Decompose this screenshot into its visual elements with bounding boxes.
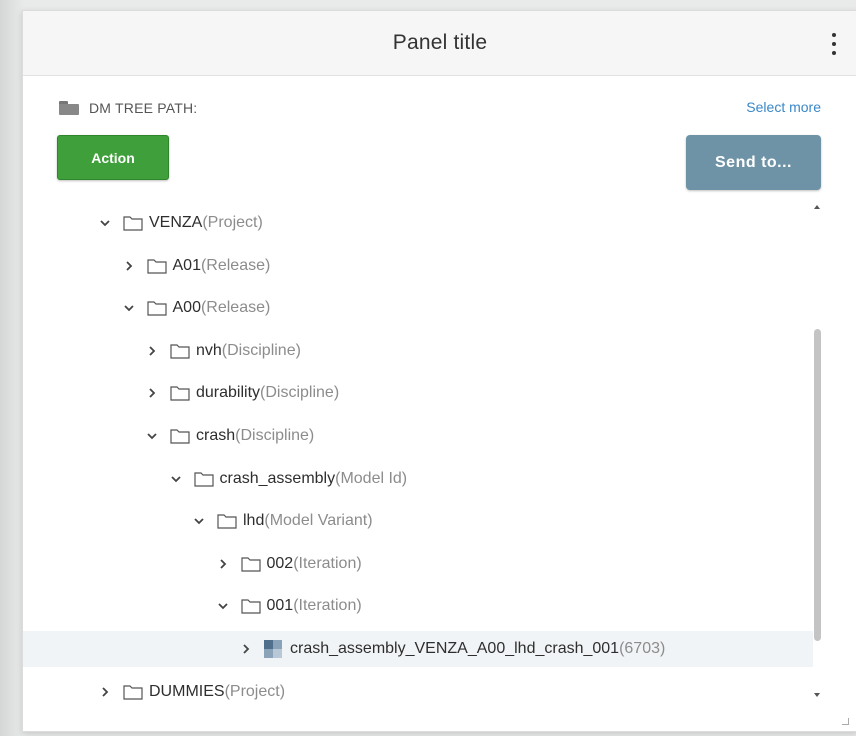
chevron-down-icon[interactable] xyxy=(191,513,207,529)
folder-icon xyxy=(240,598,261,614)
folder-icon xyxy=(217,513,237,529)
panel-header: Panel title xyxy=(23,11,856,76)
tree-node-type: (Model Variant) xyxy=(264,512,373,530)
folder-icon xyxy=(170,343,190,359)
select-more-link[interactable]: Select more xyxy=(746,99,821,115)
tree-node-type: (Iteration) xyxy=(293,554,362,572)
folder-icon xyxy=(123,684,143,700)
kebab-dot xyxy=(832,33,836,37)
tree-node-name: crash_assembly_VENZA_A00_lhd_crash_001 xyxy=(290,640,620,657)
scrollbar-thumb[interactable] xyxy=(814,329,821,641)
tree-node-name: lhd xyxy=(243,512,265,530)
folder-stack-icon xyxy=(59,101,79,115)
model-icon xyxy=(264,640,282,658)
tree-node-type: (Discipline) xyxy=(235,427,315,444)
tree-node[interactable]: durability (Discipline) xyxy=(23,375,813,411)
chevron-down-icon[interactable] xyxy=(121,300,137,316)
tree-node[interactable]: A00 (Release) xyxy=(23,290,813,326)
tree-node[interactable]: nvh (Discipline) xyxy=(23,333,813,369)
chevron-down-icon[interactable] xyxy=(168,471,184,487)
tree-node-name: A00 xyxy=(172,299,201,317)
tree-node-type: (Release) xyxy=(200,299,271,317)
kebab-menu-icon[interactable] xyxy=(831,33,837,55)
panel-title: Panel title xyxy=(392,31,488,54)
tree-node-name: 002 xyxy=(266,554,294,572)
tree-scrollbar[interactable] xyxy=(812,201,824,701)
send-to-button[interactable]: Send to... xyxy=(686,135,821,190)
tree-node[interactable]: crash_assembly_VENZA_A00_lhd_crash_001 (6… xyxy=(23,631,813,667)
scroll-up-icon[interactable] xyxy=(814,205,820,209)
tree-node[interactable]: crash_assembly (Model Id) xyxy=(23,461,813,497)
chevron-right-icon[interactable] xyxy=(144,385,160,401)
chevron-down-icon[interactable] xyxy=(97,215,113,231)
chevron-right-icon[interactable] xyxy=(215,556,231,572)
folder-icon xyxy=(170,428,190,444)
tree-node-name: A01 xyxy=(172,256,201,274)
kebab-dot xyxy=(832,42,836,46)
folder-icon xyxy=(240,556,261,572)
kebab-dot xyxy=(832,51,836,55)
tree-node-name: crash_assembly xyxy=(219,469,336,487)
tree-path-row: DM TREE PATH: xyxy=(59,97,197,119)
tree-node-type: (Release) xyxy=(200,256,271,274)
folder-icon xyxy=(146,300,167,316)
chevron-right-icon[interactable] xyxy=(144,343,160,359)
folder-icon xyxy=(146,258,167,274)
tree-node-type: (6703) xyxy=(619,640,666,657)
tree-node[interactable]: crash (Discipline) xyxy=(23,418,813,454)
tree-node-type: (Project) xyxy=(202,214,263,231)
tree-node[interactable]: VENZA (Project) xyxy=(23,205,813,241)
tree-path-label: DM TREE PATH: xyxy=(89,100,198,116)
chevron-right-icon[interactable] xyxy=(97,684,113,700)
tree-node-name: durability xyxy=(196,384,261,402)
tree-node-type: (Iteration) xyxy=(293,597,362,615)
tree-node-name: crash xyxy=(196,427,236,444)
tree-node-type: (Discipline) xyxy=(221,341,301,359)
chevron-down-icon[interactable] xyxy=(144,428,160,444)
chevron-right-icon[interactable] xyxy=(238,641,254,657)
folder-icon xyxy=(193,471,214,487)
panel: Panel title DM TREE PATH: Select more Ac… xyxy=(22,10,856,732)
folder-icon xyxy=(123,215,143,231)
tree-node-type: (Project) xyxy=(224,682,286,700)
tree-node[interactable]: A01 (Release) xyxy=(23,248,813,284)
dm-tree: VENZA (Project) A01 (Release) A00 (Release) nv… xyxy=(23,195,856,715)
tree-node-type: (Discipline) xyxy=(260,384,340,402)
tree-node[interactable]: DUMMIES (Project) xyxy=(23,674,813,710)
scroll-down-icon[interactable] xyxy=(814,693,820,697)
chevron-down-icon[interactable] xyxy=(215,598,231,614)
tree-node-type: (Model Id) xyxy=(335,469,408,487)
folder-icon xyxy=(170,385,190,401)
tree-node[interactable]: lhd (Model Variant) xyxy=(23,503,813,539)
tree-node[interactable]: 002 (Iteration) xyxy=(23,546,813,582)
tree-node[interactable]: 001 (Iteration) xyxy=(23,588,813,624)
chevron-right-icon[interactable] xyxy=(121,258,137,274)
tree-node-name: DUMMIES xyxy=(149,682,225,700)
action-button[interactable]: Action xyxy=(57,135,169,180)
tree-node-name: VENZA xyxy=(149,214,203,231)
background-shadow xyxy=(0,0,24,736)
tree-node-name: 001 xyxy=(266,597,294,615)
resize-grip-icon[interactable] xyxy=(842,718,849,725)
tree-node-name: nvh xyxy=(196,341,222,359)
